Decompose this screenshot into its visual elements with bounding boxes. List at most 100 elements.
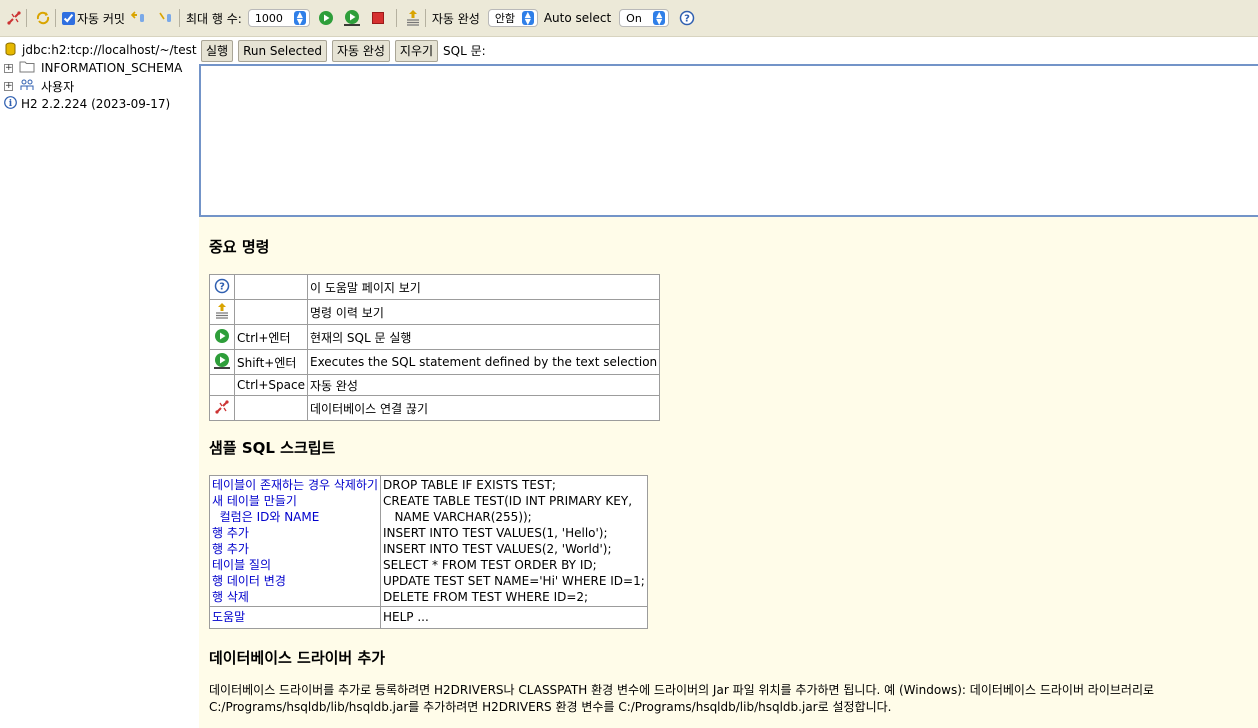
table-row: Ctrl+엔터 현재의 SQL 문 실행: [209, 324, 661, 350]
sql-line: DROP TABLE IF EXISTS TEST;: [383, 478, 556, 492]
max-rows-value: 1000: [254, 11, 283, 25]
driver-text-line-1: 데이터베이스 드라이버를 추가로 등록하려면 H2DRIVERS나 CLASSP…: [209, 683, 1155, 697]
users-icon: [19, 78, 35, 94]
shortcut-cell: [234, 274, 308, 300]
run-icon[interactable]: [316, 8, 336, 28]
chevron-updown-icon: ▲ ▼: [293, 11, 306, 26]
run-selected-icon: [209, 349, 235, 375]
disconnect-icon: [209, 395, 235, 421]
disconnect-icon[interactable]: [4, 8, 24, 28]
table-row: 테이블이 존재하는 경우 삭제하기 새 테이블 만들기 컬럼은 ID와 NAME…: [208, 475, 648, 607]
script-link[interactable]: 행 추가: [212, 541, 378, 557]
shortcut-cell: Ctrl+엔터: [234, 324, 308, 350]
autocomplete-select[interactable]: 안함 ▲ ▼: [487, 9, 538, 27]
toolbar: 자동 커밋 최대 행 수: 1000 ▲ ▼ 자동 완성 안함 ▲ ▼ Auto s…: [0, 0, 1258, 37]
script-link[interactable]: 컬럼은 ID와 NAME: [212, 509, 378, 525]
sql-line: DELETE FROM TEST WHERE ID=2;: [383, 590, 589, 604]
script-links-cell: 테이블이 존재하는 경우 삭제하기 새 테이블 만들기 컬럼은 ID와 NAME…: [208, 475, 382, 607]
script-link[interactable]: 행 추가: [212, 525, 378, 541]
toolbar-separator: [424, 9, 426, 27]
version-label: H2 2.2.224 (2023-09-17): [21, 97, 171, 111]
svg-text:?: ?: [219, 281, 225, 292]
script-link[interactable]: 테이블 질의: [212, 557, 378, 573]
description-cell: Executes the SQL statement defined by th…: [306, 349, 661, 375]
tree-node-information-schema[interactable]: + INFORMATION_SCHEMA: [0, 59, 199, 77]
history-icon[interactable]: [403, 8, 423, 28]
important-commands-title: 중요 명령: [209, 238, 270, 256]
auto-select-label: Auto select: [543, 11, 612, 25]
empty-icon-cell: [209, 374, 235, 396]
database-icon: [5, 42, 16, 59]
history-icon: [209, 299, 235, 325]
sql-input[interactable]: [199, 64, 1258, 217]
commit-icon[interactable]: [157, 8, 177, 28]
tree-connection[interactable]: jdbc:h2:tcp://localhost/~/test: [0, 41, 199, 59]
script-link[interactable]: 테이블이 존재하는 경우 삭제하기: [212, 477, 378, 493]
connection-url: jdbc:h2:tcp://localhost/~/test: [22, 43, 197, 57]
sql-line: NAME VARCHAR(255));: [383, 510, 532, 524]
shortcut-cell: [234, 299, 308, 325]
autocomplete-button[interactable]: 자동 완성: [331, 39, 390, 62]
help-link[interactable]: 도움말: [212, 609, 378, 625]
shortcut-cell: [234, 395, 308, 421]
sql-statement-label: SQL 문:: [443, 44, 486, 58]
folder-icon: [19, 60, 35, 76]
run-button[interactable]: 실행: [201, 39, 234, 62]
run-selected-icon[interactable]: [342, 8, 362, 28]
object-tree: jdbc:h2:tcp://localhost/~/test + INFORMA…: [0, 37, 199, 728]
driver-text-line-2: C:/Programs/hsqldb/lib/hsqldb.jar를 추가하려면…: [209, 700, 892, 714]
toolbar-separator: [55, 9, 56, 27]
max-rows-label: 최대 행 수:: [185, 11, 242, 26]
toolbar-separator: [178, 9, 180, 27]
driver-title: 데이터베이스 드라이버 추가: [209, 649, 386, 667]
expand-icon[interactable]: +: [4, 81, 13, 91]
sql-line: INSERT INTO TEST VALUES(2, 'World');: [383, 542, 612, 556]
tree-node-users[interactable]: + 사용자: [0, 77, 199, 95]
toolbar-separator: [395, 9, 397, 27]
autocomplete-label: 자동 완성: [431, 11, 480, 26]
script-link[interactable]: 새 테이블 만들기: [212, 493, 378, 509]
table-row: 도움말 HELP ...: [208, 606, 648, 629]
refresh-icon[interactable]: [33, 8, 53, 28]
auto-select-select[interactable]: On ▲ ▼: [619, 9, 670, 27]
toolbar-separator: [26, 9, 27, 27]
table-row: 데이터베이스 연결 끊기: [209, 395, 661, 421]
svg-text:?: ?: [684, 14, 690, 25]
auto-commit-checkbox[interactable]: [62, 11, 75, 25]
max-rows-select[interactable]: 1000 ▲ ▼: [247, 9, 310, 27]
autocomplete-value: 안함: [494, 12, 516, 25]
script-link[interactable]: 행 데이터 변경: [212, 573, 378, 589]
expand-icon[interactable]: +: [4, 63, 13, 73]
table-row: Shift+엔터 Executes the SQL statement defi…: [209, 349, 661, 375]
sql-line: INSERT INTO TEST VALUES(1, 'Hello');: [383, 526, 608, 540]
run-selected-button[interactable]: Run Selected: [238, 39, 327, 62]
sql-line: SELECT * FROM TEST ORDER BY ID;: [383, 558, 597, 572]
stop-icon[interactable]: [368, 8, 388, 28]
description-cell: 자동 완성: [306, 374, 661, 396]
shortcut-cell: Ctrl+Space: [234, 374, 308, 396]
help-icon[interactable]: ?: [677, 8, 697, 28]
auto-select-value: On: [626, 11, 642, 25]
chevron-updown-icon: ▲ ▼: [653, 11, 666, 26]
tree-node-label: INFORMATION_SCHEMA: [41, 61, 183, 75]
help-icon: ?: [209, 274, 235, 300]
script-sql-cell: DROP TABLE IF EXISTS TEST; CREATE TABLE …: [380, 475, 648, 607]
table-row: 명령 이력 보기: [209, 299, 661, 325]
shortcut-cell: Shift+엔터: [234, 349, 308, 375]
help-link-cell: 도움말: [208, 606, 382, 629]
sample-script-table: 테이블이 존재하는 경우 삭제하기 새 테이블 만들기 컬럼은 ID와 NAME…: [208, 475, 648, 629]
help-sql-cell: HELP ...: [380, 606, 648, 629]
commands-table: ? 이 도움말 페이지 보기 명령 이력 보기 Ctrl+엔터 현재의 SQL …: [209, 274, 661, 421]
info-icon: i: [4, 96, 17, 112]
clear-button[interactable]: 지우기: [394, 39, 439, 62]
svg-text:i: i: [9, 99, 13, 109]
rollback-icon[interactable]: [129, 8, 149, 28]
description-cell: 현재의 SQL 문 실행: [306, 324, 661, 350]
run-icon: [209, 324, 235, 350]
sample-script-title: 샘플 SQL 스크립트: [209, 439, 336, 457]
table-row: Ctrl+Space 자동 완성: [209, 374, 661, 396]
description-cell: 명령 이력 보기: [306, 299, 661, 325]
script-link[interactable]: 행 삭제: [212, 589, 378, 605]
tree-version: i H2 2.2.224 (2023-09-17): [0, 95, 199, 113]
table-row: ? 이 도움말 페이지 보기: [209, 274, 661, 300]
